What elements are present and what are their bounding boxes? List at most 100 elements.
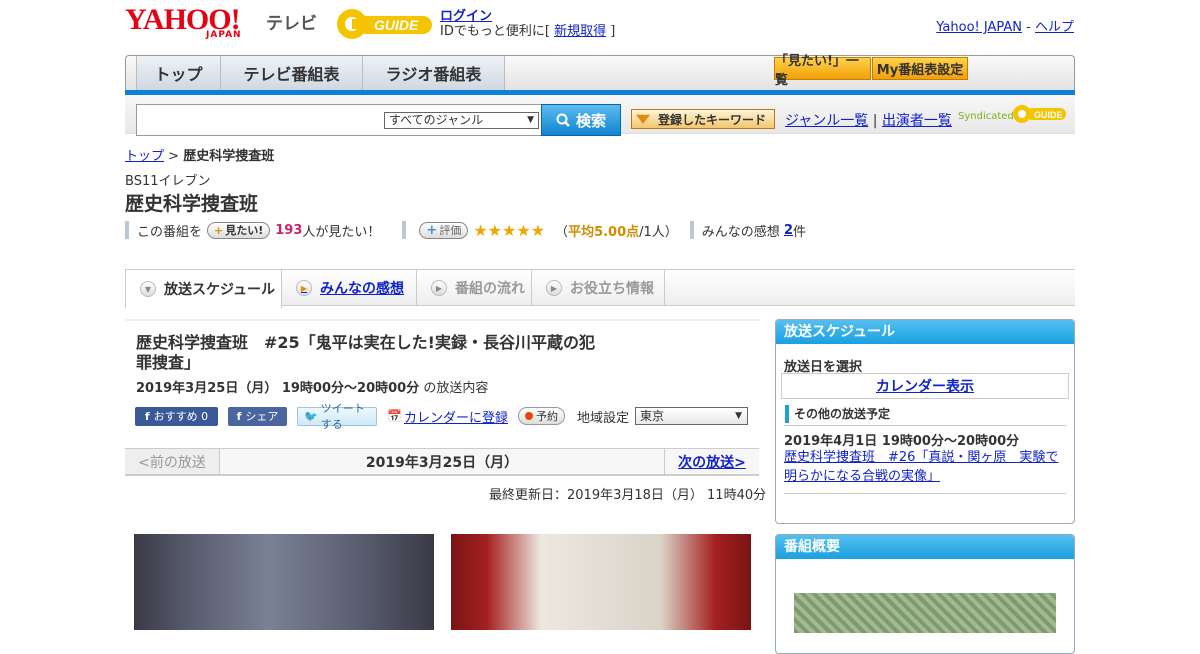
want-button[interactable]: + 見たい!: [207, 221, 271, 239]
calendar-register[interactable]: 📅 カレンダーに登録: [387, 407, 508, 426]
other-broadcast-date: 2019年4月1日 19時00分～20時00分: [784, 434, 1020, 449]
plus-icon: +: [214, 223, 224, 237]
help-link[interactable]: ヘルプ: [1035, 20, 1074, 35]
overview-box-title: 番組概要: [776, 535, 1074, 559]
id-promo: IDでもっと便利に[ 新規取得 ]: [440, 20, 615, 39]
episode-date-suffix: の放送内容: [419, 381, 489, 396]
genre-list-link[interactable]: ジャンル一覧: [785, 113, 868, 129]
reviews-label: みんなの感想: [701, 224, 780, 240]
program-tabs: ▼ 放送スケジュール ▶ みんなの感想 ▶ 番組の流れ ▶ お役立ち情報: [125, 269, 1075, 308]
region-value: 東京: [639, 409, 664, 423]
search-button[interactable]: 検索: [541, 104, 621, 136]
other-broadcast-link[interactable]: 歴史科学捜査班 #26「真説・関ヶ原 実験で明らかになる合戦の実像」: [784, 448, 1068, 486]
breadcrumb-top[interactable]: トップ: [125, 149, 164, 164]
want-count: 193: [275, 222, 303, 238]
chevron-down-icon: ▼: [527, 115, 534, 125]
nav-tab-tv[interactable]: テレビ番組表: [221, 56, 363, 90]
chevron-down-icon: ▼: [140, 281, 156, 297]
gguide-small-logo: GUIDE: [1013, 105, 1066, 123]
reserve-label: 予約: [535, 410, 558, 423]
rating-button[interactable]: + 評価: [419, 221, 469, 239]
next-broadcast-link[interactable]: 次の放送>: [664, 449, 759, 474]
want-prefix: この番組を: [137, 224, 203, 240]
facebook-share-button[interactable]: f シェア: [228, 406, 287, 426]
reviews-count[interactable]: 2: [784, 223, 793, 238]
share-label: シェア: [245, 410, 279, 423]
breadcrumb: トップ > 歴史科学捜査班: [125, 145, 274, 164]
avg-close: /1人）: [639, 224, 678, 240]
overview-image: [794, 593, 1056, 633]
calendar-register-link[interactable]: カレンダーに登録: [404, 407, 508, 426]
program-stats: この番組を + 見たい! 193 人が見たい！ + 評価 ★★★★★ （平均5.00…: [125, 220, 806, 240]
signup-link[interactable]: 新規取得: [554, 24, 606, 39]
play-icon: ▶: [546, 280, 562, 296]
breadcrumb-sep: >: [168, 149, 180, 164]
tab-label: 番組の流れ: [455, 281, 525, 297]
page-title: 歴史科学捜査班: [125, 193, 259, 215]
recommend-label: おすすめ 0: [153, 410, 209, 423]
stat-divider: [125, 221, 129, 239]
twitter-icon: 🐦: [304, 409, 318, 423]
plus-icon: +: [426, 222, 438, 238]
my-schedule-button[interactable]: My番組表設定: [872, 57, 968, 80]
facebook-icon: f: [144, 409, 150, 423]
play-icon: ▶: [431, 280, 447, 296]
nav-tab-radio[interactable]: ラジオ番組表: [363, 56, 505, 90]
want-list-button[interactable]: 「見たい!」一覧: [774, 54, 871, 88]
chevron-down-icon: ▼: [735, 411, 742, 421]
episode-image-1: [134, 534, 434, 630]
triangle-down-icon: [636, 114, 650, 124]
share-bar: f おすすめ 0 f シェア 🐦 ツイートする 📅 カレンダーに登録 予約 地域設定 東京…: [135, 402, 748, 431]
tab-label: 放送スケジュール: [164, 282, 276, 298]
top-links-dash: -: [1022, 20, 1035, 35]
reviews-unit: 件: [793, 224, 807, 240]
syndicated-label: Syndicated: [958, 111, 1014, 122]
keyword-button-label: 登録したキーワード: [658, 112, 767, 127]
broadcast-pager: <前の放送 2019年3月25日（月） 次の放送>: [125, 448, 759, 476]
cast-list-link[interactable]: 出演者一覧: [882, 113, 952, 129]
search-button-label: 検索: [575, 111, 606, 130]
tab-reviews[interactable]: ▶ みんなの感想: [282, 270, 417, 306]
region-setting: 地域設定 東京 ▼: [577, 407, 748, 426]
search-links: ジャンル一覧 | 出演者一覧: [785, 110, 952, 130]
divider: [784, 493, 1066, 494]
region-label: 地域設定: [576, 410, 629, 426]
facebook-recommend-button[interactable]: f おすすめ 0: [135, 406, 218, 426]
tweet-button[interactable]: 🐦 ツイートする: [297, 402, 377, 431]
tab-info[interactable]: ▶ お役立ち情報: [532, 270, 665, 306]
yahoo-japan-text: JAPAN: [206, 30, 242, 40]
facebook-icon: f: [236, 409, 242, 423]
stat-divider: [402, 221, 407, 239]
schedule-box-title: 放送スケジュール: [776, 320, 1074, 344]
genre-select-value: すべてのジャンル: [389, 113, 484, 127]
episode-image-2: [451, 534, 751, 630]
region-select[interactable]: 東京 ▼: [634, 407, 748, 425]
calendar-display-link[interactable]: カレンダー表示: [781, 373, 1069, 399]
nav-tab-top[interactable]: トップ: [136, 56, 221, 90]
section-rule: [125, 319, 759, 321]
search-links-divider: |: [872, 113, 878, 129]
genre-select[interactable]: すべてのジャンル ▼: [384, 112, 539, 129]
gguide-small-text: GUIDE: [1034, 110, 1063, 120]
reserve-button[interactable]: 予約: [517, 407, 565, 425]
id-promo-suffix: ]: [610, 24, 616, 39]
breadcrumb-current: 歴史科学捜査班: [183, 149, 275, 164]
yahoo-japan-link[interactable]: Yahoo! JAPAN: [936, 20, 1022, 35]
rating-button-label: 評価: [439, 224, 462, 237]
tv-label: テレビ: [266, 14, 317, 34]
want-button-label: 見たい!: [225, 224, 264, 237]
last-updated: 最終更新日：2019年3月18日（月） 11時40分: [489, 488, 767, 503]
search-icon: [556, 113, 570, 127]
tab-label: みんなの感想: [320, 281, 404, 297]
gguide-logo[interactable]: GUIDE: [334, 6, 434, 42]
avg-open: （: [555, 224, 569, 240]
prev-broadcast[interactable]: <前の放送: [125, 449, 220, 474]
episode-title: 歴史科学捜査班 #25「鬼平は実在した!実録・長谷川平蔵の犯罪捜査」: [136, 333, 595, 372]
registered-keyword-button[interactable]: 登録したキーワード: [631, 109, 775, 129]
play-icon: ▶: [296, 280, 312, 296]
stat-divider: [689, 221, 694, 239]
tab-flow[interactable]: ▶ 番組の流れ: [417, 270, 532, 306]
current-broadcast-date: 2019年3月25日（月）: [365, 454, 519, 471]
tab-schedule[interactable]: ▼ 放送スケジュール: [125, 270, 282, 308]
channel-name: BS11イレブン: [125, 174, 211, 189]
